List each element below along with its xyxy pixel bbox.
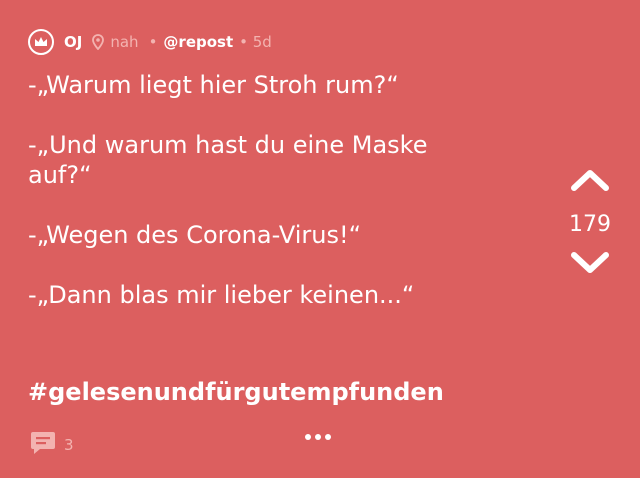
author-name[interactable]: OJ bbox=[64, 33, 82, 51]
crown-icon[interactable] bbox=[28, 29, 54, 55]
comment-button[interactable]: 3 bbox=[30, 430, 74, 460]
upvote-icon[interactable] bbox=[570, 168, 610, 196]
location-pin-icon bbox=[92, 34, 105, 50]
comment-bubble-icon bbox=[30, 430, 56, 460]
comment-count: 3 bbox=[64, 436, 74, 454]
post-line: auf?“ bbox=[28, 161, 92, 189]
location-label: nah bbox=[110, 33, 139, 51]
separator-dot: • bbox=[148, 33, 158, 51]
channel-link[interactable]: @repost bbox=[163, 33, 233, 51]
post-line: -„Und warum hast du eine Maske bbox=[28, 131, 428, 159]
hashtag-link[interactable]: #gelesenundfürgutempfunden bbox=[28, 378, 444, 406]
more-options-icon[interactable] bbox=[305, 434, 331, 440]
post-age: • 5d bbox=[239, 33, 272, 51]
post-line: -„Wegen des Corona-Virus!“ bbox=[28, 221, 362, 249]
post-header: OJ nah • @repost • 5d bbox=[28, 28, 272, 56]
post-body: -„Warum liegt hier Stroh rum?“ -„Und war… bbox=[28, 70, 548, 310]
vote-count: 179 bbox=[569, 212, 611, 237]
downvote-icon[interactable] bbox=[570, 251, 610, 279]
vote-panel: 179 bbox=[566, 168, 614, 279]
post-line: -„Dann blas mir lieber keinen...“ bbox=[28, 281, 415, 309]
post-line: -„Warum liegt hier Stroh rum?“ bbox=[28, 71, 399, 99]
